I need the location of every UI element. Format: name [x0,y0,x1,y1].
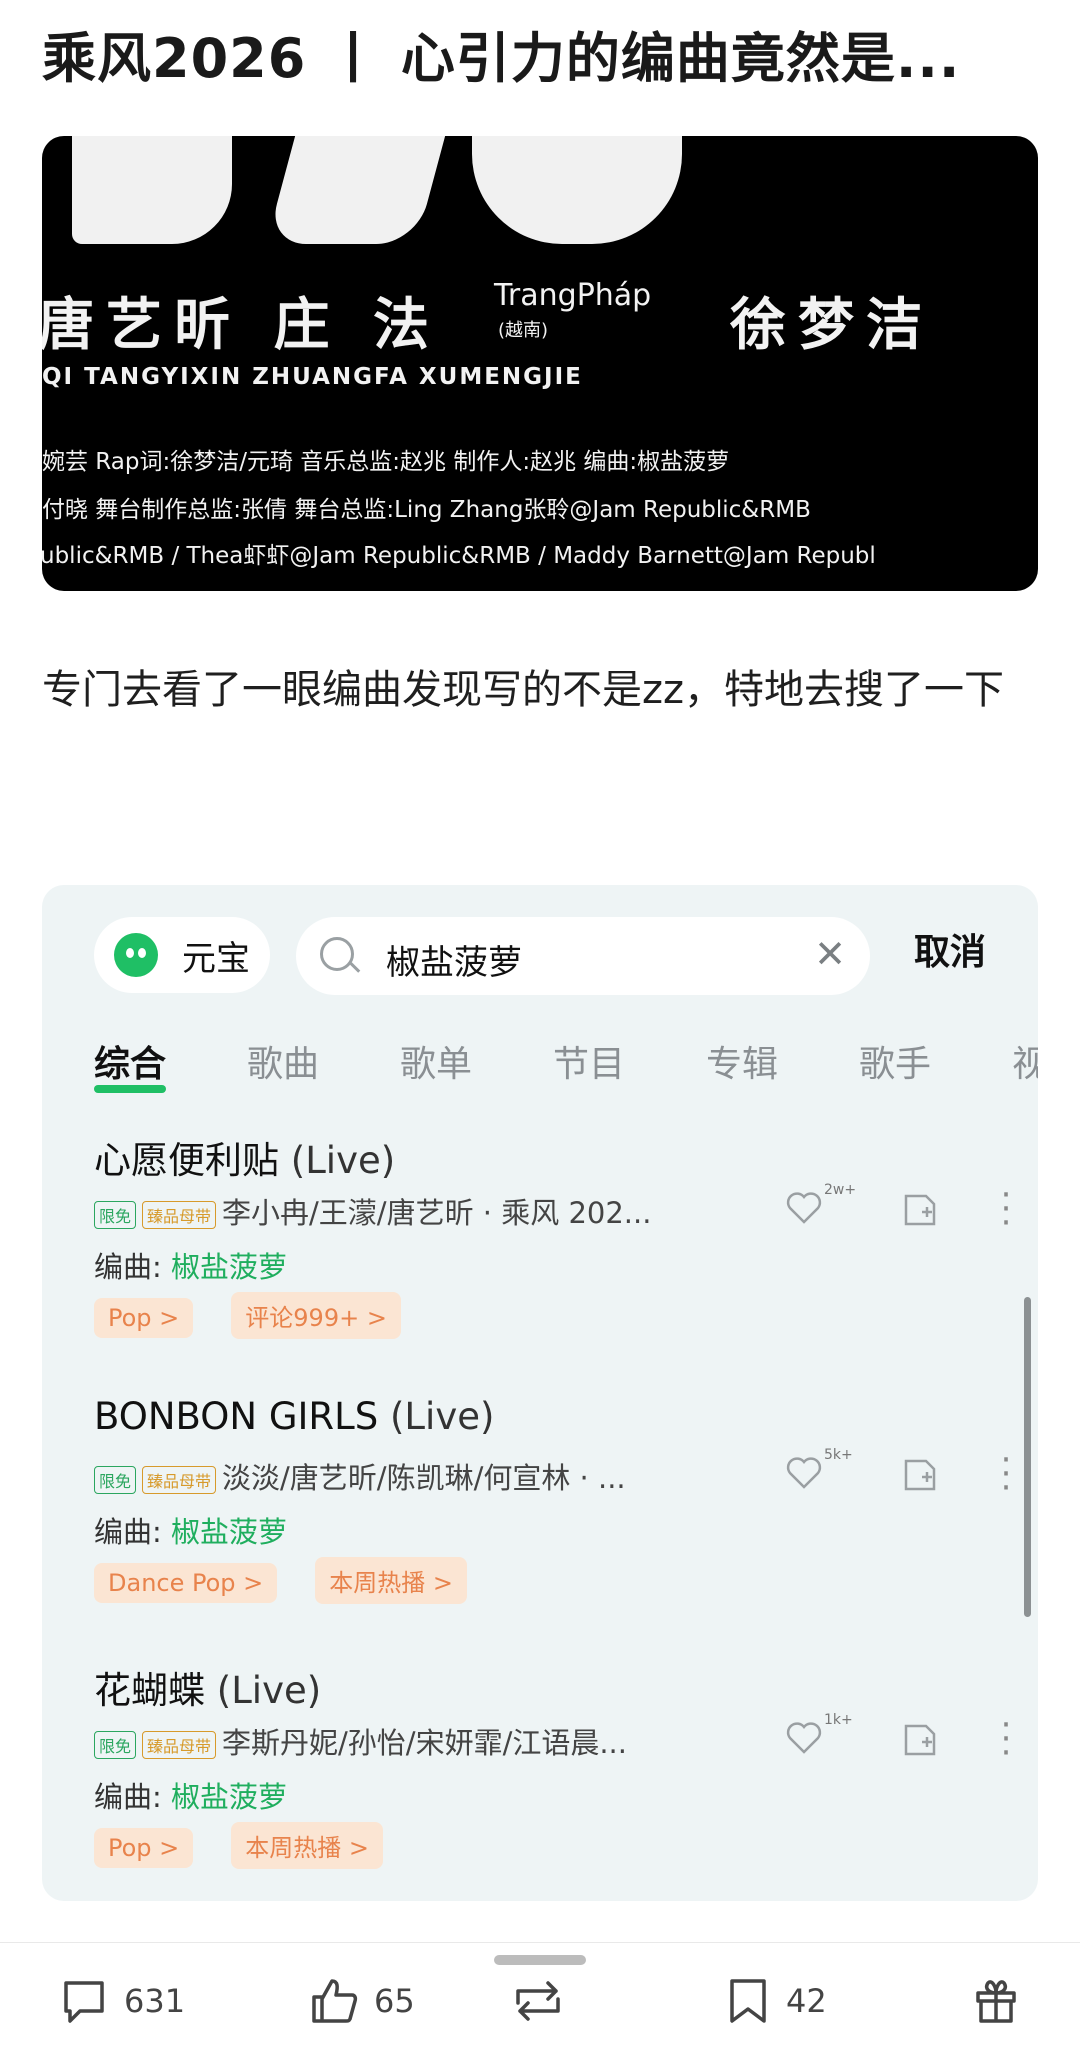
heart-icon[interactable] [784,1453,824,1493]
genre-tag[interactable]: Pop > [94,1828,194,1868]
add-to-playlist-icon[interactable] [900,1720,940,1760]
master-tape-badge: 臻品母带 [142,1466,217,1494]
image-latin-names: QI TANGYIXIN ZHUANGFA XUMENGJIE [42,364,583,390]
like-count-total: 65 [374,1982,415,2020]
like-count: 5k+ [824,1447,853,1463]
image-credit-line: 付晓 舞台制作总监:张倩 舞台总监:Ling Zhang张聆@Jam Repub… [42,497,811,523]
gift-icon [976,1980,1016,2023]
yuanbao-button[interactable]: 元宝 [94,917,270,993]
master-tape-badge: 臻品母带 [142,1731,217,1759]
tab-songs[interactable]: 歌曲 [247,1035,319,1087]
song-tags: Pop > 评论999+ > [94,1292,439,1339]
song-row[interactable]: 花蝴蝶 (Live) 限免 臻品母带 李斯丹妮/孙怡/宋妍霏/江语晨... 编曲: … [94,1660,1014,1869]
image-logo-shape [472,136,682,244]
like-count: 2w+ [824,1182,857,1198]
image-name-trang: TrangPháp [494,278,652,313]
tab-albums[interactable]: 专辑 [706,1035,778,1087]
song-title: 心愿便利贴 (Live) [94,1139,396,1182]
gift-button[interactable] [970,1973,1036,2029]
add-to-playlist-icon[interactable] [900,1190,940,1230]
tab-singers[interactable]: 歌手 [859,1035,931,1087]
thumbs-up-icon [312,1979,358,2023]
search-tabs: 综合 歌曲 歌单 节目 专辑 歌手 视 [94,1035,1038,1105]
yuanbao-logo-icon [114,933,158,977]
search-icon [320,937,354,971]
heart-icon[interactable] [784,1718,824,1758]
image-logo-shape [72,136,232,244]
more-icon[interactable]: · · · [1000,1178,1012,1240]
post-body: 专门去看了一眼编曲发现写的不是zz，特地去搜了一下 [42,667,1004,713]
song-artists: 淡淡/唐艺昕/陈凯琳/何宣林 · ... [222,1461,626,1495]
trending-tag[interactable]: 本周热播 > [231,1822,384,1869]
drag-handle[interactable] [494,1955,586,1965]
comment-tag[interactable]: 评论999+ > [231,1292,401,1339]
song-arranger: 编曲: 椒盐菠萝 [94,1250,288,1284]
post-title: 乘风2026 丨 心引力的编曲竟然是... [42,27,961,90]
bookmark-button[interactable]: 42 [724,1973,827,2029]
yuanbao-label: 元宝 [182,938,250,979]
song-artists: 李斯丹妮/孙怡/宋妍霏/江语晨... [222,1726,627,1760]
song-tags: Pop > 本周热播 > [94,1822,421,1869]
post-image[interactable]: 唐艺昕 庄 法 TrangPháp (越南) 徐梦洁 QI TANGYIXIN … [42,136,1038,591]
search-value: 椒盐菠萝 [386,943,522,983]
image-name-trang-sub: (越南) [498,320,549,341]
tab-videos[interactable]: 视 [1012,1035,1038,1087]
cancel-button[interactable]: 取消 [914,923,986,975]
trending-tag[interactable]: 本周热播 > [315,1557,468,1604]
comment-button[interactable]: 631 [58,1973,185,2029]
song-meta: 限免 臻品母带 李斯丹妮/孙怡/宋妍霏/江语晨... [94,1720,694,1762]
master-tape-badge: 臻品母带 [142,1201,217,1229]
song-tags: Dance Pop > 本周热播 > [94,1557,505,1604]
song-row[interactable]: BONBON GIRLS (Live) 限免 臻品母带 淡淡/唐艺昕/陈凯琳/何宣林… [94,1395,1014,1604]
image-name-3: 徐梦洁 [730,293,934,358]
image-credit-line: 婉芸 Rap词:徐梦洁/元琦 音乐总监:赵兆 制作人:赵兆 编曲:椒盐菠萝 [42,449,730,475]
genre-tag[interactable]: Dance Pop > [94,1563,278,1603]
clear-icon[interactable]: ✕ [814,935,846,973]
tab-playlists[interactable]: 歌单 [400,1035,472,1087]
more-icon[interactable]: · · · [1000,1443,1012,1505]
song-artists: 李小冉/王濛/唐艺昕 · 乘风 202... [222,1196,652,1230]
like-count: 1k+ [824,1712,853,1728]
image-names: 唐艺昕 庄 法 [42,293,441,358]
song-row[interactable]: 心愿便利贴 (Live) 限免 臻品母带 李小冉/王濛/唐艺昕 · 乘风 202..… [94,1130,1014,1339]
add-to-playlist-icon[interactable] [900,1455,940,1495]
song-arranger: 编曲: 椒盐菠萝 [94,1780,288,1814]
tab-all[interactable]: 综合 [94,1035,166,1087]
song-title: BONBON GIRLS (Live) [94,1395,495,1438]
repost-icon [516,1981,560,2021]
image-credit-line: ublic&RMB / Thea虾虾@Jam Republic&RMB / Ma… [42,543,876,569]
heart-icon[interactable] [784,1188,824,1228]
song-meta: 限免 臻品母带 淡淡/唐艺昕/陈凯琳/何宣林 · ... [94,1455,694,1497]
active-tab-indicator [94,1085,166,1093]
tab-programs[interactable]: 节目 [553,1035,625,1087]
image-logo-shape [266,136,448,244]
free-badge: 限免 [94,1466,137,1494]
more-icon[interactable]: · · · [1000,1708,1012,1770]
song-meta: 限免 臻品母带 李小冉/王濛/唐艺昕 · 乘风 202... [94,1190,694,1232]
free-badge: 限免 [94,1731,137,1759]
free-badge: 限免 [94,1201,137,1229]
like-button[interactable]: 65 [308,1973,415,2029]
bookmark-count: 42 [786,1982,827,2020]
genre-tag[interactable]: Pop > [94,1298,194,1338]
search-input[interactable]: 椒盐菠萝 ✕ [296,917,870,995]
song-title: 花蝴蝶 (Live) [94,1669,322,1712]
repost-button[interactable] [510,1973,580,2029]
scrollbar[interactable] [1024,1297,1031,1617]
comment-count: 631 [124,1982,186,2020]
embedded-app-screenshot[interactable]: 元宝 椒盐菠萝 ✕ 取消 综合 歌曲 歌单 节目 专辑 歌手 视 心愿便利贴 (… [42,885,1038,1901]
comment-icon [64,1981,104,2023]
song-arranger: 编曲: 椒盐菠萝 [94,1515,288,1549]
bookmark-icon [730,1979,766,2023]
